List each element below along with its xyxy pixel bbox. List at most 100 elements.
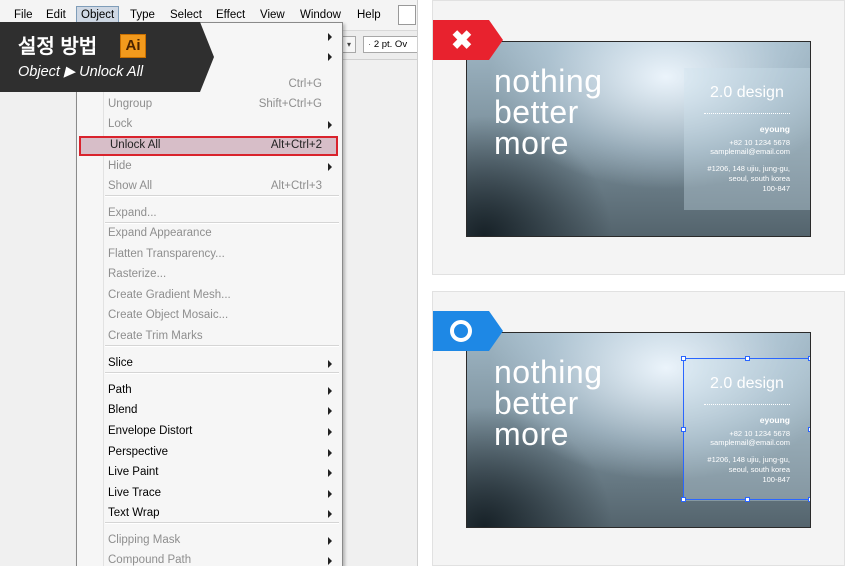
headline-line-1: nothing	[494, 63, 603, 99]
menu-item-label: Lock	[108, 118, 133, 130]
menu-item-shortcut: Alt+Ctrl+2	[270, 139, 322, 151]
submenu-arrow-icon	[328, 163, 332, 171]
menu-item-clipping-mask[interactable]: Clipping Mask	[77, 531, 342, 551]
submenu-arrow-icon	[328, 407, 332, 415]
menu-item-label: Rasterize...	[108, 268, 167, 280]
menu-item-shortcut: Alt+Ctrl+3	[270, 180, 322, 192]
menu-item-create-trim-marks[interactable]: Create Trim Marks	[77, 327, 342, 347]
menu-item-unlock-all[interactable]: Unlock All Alt+Ctrl+2	[79, 136, 338, 156]
menu-item-shortcut: Ctrl+G	[288, 78, 322, 90]
menu-item-label: Expand Appearance	[108, 227, 212, 239]
menu-item-label: Compound Path	[108, 554, 192, 566]
illustrator-window: File Edit Object Type Select Effect View…	[0, 0, 418, 566]
submenu-arrow-icon	[328, 469, 332, 477]
menu-item-slice[interactable]: Slice	[77, 354, 342, 374]
menu-item-label: Ungroup	[108, 98, 153, 110]
menu-item-label: Blend	[108, 404, 138, 416]
menu-item-label: Expand...	[108, 207, 157, 219]
menu-item-expand-appearance[interactable]: Expand Appearance	[77, 224, 342, 244]
badge-title: 설정 방법	[18, 36, 98, 58]
menu-item-lock[interactable]: Lock	[77, 115, 342, 135]
resize-handle[interactable]	[808, 356, 810, 361]
correct-example-panel: nothing better more 2.0 design eyoung +8…	[432, 291, 845, 566]
submenu-arrow-icon	[328, 428, 332, 436]
badge-arrow	[200, 22, 214, 92]
menu-item-label: Create Trim Marks	[108, 330, 203, 342]
bridge-icon[interactable]	[398, 5, 416, 25]
submenu-arrow-icon	[328, 490, 332, 498]
menu-item-live-paint[interactable]: Live Paint	[77, 463, 342, 483]
business-card-correct: nothing better more 2.0 design eyoung +8…	[466, 332, 811, 528]
menu-item-perspective[interactable]: Perspective	[77, 443, 342, 463]
card-email: samplemail@email.com	[710, 147, 790, 156]
instruction-badge: 설정 방법 Ai Object ▶ Unlock All	[0, 22, 200, 92]
stroke-weight-field[interactable]: · 2 pt. Ov	[363, 36, 417, 53]
menu-item-label: Text Wrap	[108, 507, 160, 519]
submenu-arrow-icon	[328, 510, 332, 518]
badge-menu-path: Object ▶ Unlock All	[18, 64, 144, 80]
card-address-3: 100-847	[762, 184, 790, 193]
illustrator-app-icon: Ai	[120, 34, 146, 58]
menu-item-path[interactable]: Path	[77, 381, 342, 401]
menu-item-text-wrap[interactable]: Text Wrap	[77, 504, 342, 524]
headline-line-3: more	[494, 416, 569, 452]
card-info-box: 2.0 design eyoung +82 10 1234 5678 sampl…	[684, 68, 810, 210]
stroke-weight-value: 2 pt. Ov	[373, 39, 408, 50]
menu-item-label: Envelope Distort	[108, 425, 193, 437]
resize-handle[interactable]	[745, 356, 750, 361]
menu-item-expand[interactable]: Expand...	[77, 204, 342, 224]
menu-item-label: Slice	[108, 357, 133, 369]
resize-handle[interactable]	[808, 427, 810, 432]
correct-tag	[433, 311, 503, 351]
menu-item-show-all[interactable]: Show All Alt+Ctrl+3	[77, 177, 342, 197]
menu-item-shortcut: Shift+Ctrl+G	[258, 98, 322, 110]
submenu-arrow-icon	[328, 387, 332, 395]
menu-item-envelope-distort[interactable]: Envelope Distort	[77, 422, 342, 442]
card-headline: nothing better more	[494, 354, 603, 452]
menu-item-label: Show All	[108, 180, 153, 192]
card-address-2: seoul, south korea	[728, 174, 790, 183]
headline-line-2: better	[494, 385, 579, 421]
menu-item-label: Unlock All	[110, 139, 161, 151]
close-icon: ✖	[451, 25, 473, 55]
menu-help[interactable]: Help	[353, 7, 385, 24]
submenu-arrow-icon	[328, 33, 332, 41]
menu-item-label: Live Trace	[108, 487, 162, 499]
resize-handle[interactable]	[681, 427, 686, 432]
card-address-1: #1206, 148 ujiu, jung-gu,	[707, 164, 790, 173]
menu-item-label: Create Gradient Mesh...	[108, 289, 231, 301]
submenu-arrow-icon	[328, 53, 332, 61]
menu-item-label: Live Paint	[108, 466, 159, 478]
submenu-arrow-icon	[328, 537, 332, 545]
menu-item-live-trace[interactable]: Live Trace	[77, 484, 342, 504]
card-brand: 2.0 design	[710, 84, 784, 101]
wrong-tag: ✖	[433, 20, 503, 60]
menu-item-create-object-mosaic[interactable]: Create Object Mosaic...	[77, 306, 342, 326]
control-bar: ▾ · 2 pt. Ov	[340, 31, 417, 60]
resize-handle[interactable]	[681, 356, 686, 361]
menu-item-flatten-transparency[interactable]: Flatten Transparency...	[77, 245, 342, 265]
menu-item-label: Create Object Mosaic...	[108, 309, 229, 321]
dotted-divider	[704, 113, 790, 114]
menu-item-label: Flatten Transparency...	[108, 248, 225, 260]
menu-item-label: Hide	[108, 160, 132, 172]
menu-item-hide[interactable]: Hide	[77, 157, 342, 177]
menu-item-ungroup[interactable]: Ungroup Shift+Ctrl+G	[77, 95, 342, 115]
menu-item-create-gradient-mesh[interactable]: Create Gradient Mesh...	[77, 286, 342, 306]
menu-item-compound-path[interactable]: Compound Path	[77, 551, 342, 566]
card-phone: +82 10 1234 5678	[729, 138, 790, 147]
card-headline: nothing better more	[494, 63, 603, 161]
resize-handle[interactable]	[808, 497, 810, 502]
headline-line-3: more	[494, 125, 569, 161]
submenu-arrow-icon	[328, 557, 332, 565]
resize-handle[interactable]	[681, 497, 686, 502]
chevron-down-icon[interactable]: ▾	[342, 36, 356, 53]
headline-line-1: nothing	[494, 354, 603, 390]
resize-handle[interactable]	[745, 497, 750, 502]
circle-icon	[450, 320, 472, 342]
wrong-tag-tip	[489, 20, 503, 60]
menu-item-rasterize[interactable]: Rasterize...	[77, 265, 342, 285]
submenu-arrow-icon	[328, 449, 332, 457]
selection-bounding-box[interactable]	[681, 356, 810, 502]
menu-item-blend[interactable]: Blend	[77, 401, 342, 421]
